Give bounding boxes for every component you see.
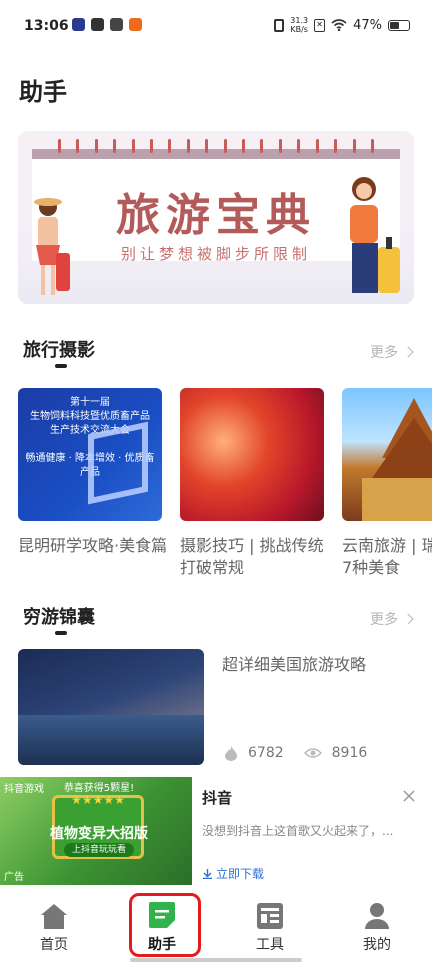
likes-stat: 6782 (224, 745, 284, 761)
status-right: 31.3 KB/s ✕ 47% (274, 16, 410, 34)
traveler-illustration (34, 198, 70, 295)
home-icon (41, 904, 67, 929)
article-item[interactable]: 超详细美国旅游攻略 6782 8916 (18, 649, 432, 765)
tab-tools[interactable]: 工具 (240, 900, 300, 954)
chevron-right-icon (402, 613, 414, 625)
photo-card[interactable]: 第十一届 生物饲料科技暨优质畜产品 生产技术交流大会 畅通健康 · 降本增效 ·… (18, 388, 167, 557)
article-title: 超详细美国旅游攻略 (222, 655, 367, 674)
app-notification-icon (91, 18, 104, 31)
page-title: 助手 (19, 78, 67, 106)
ad-source-label: 抖音游戏 (4, 784, 44, 795)
sim-off-icon: ✕ (314, 18, 326, 32)
tab-profile[interactable]: 我的 (347, 900, 407, 954)
download-icon (203, 869, 212, 879)
traveler-illustration (350, 177, 400, 293)
photo-card-list: 第十一届 生物饲料科技暨优质畜产品 生产技术交流大会 畅通健康 · 降本增效 ·… (18, 388, 432, 578)
more-button-budget[interactable]: 更多 (370, 609, 414, 629)
mail-icon (110, 18, 123, 31)
vibrate-icon (274, 18, 285, 32)
stars-icon: ★★★★★ (71, 793, 125, 807)
app-notification-icon (72, 18, 85, 31)
card-caption: 摄影技巧 | 挑战传统 打破常规 (180, 536, 324, 577)
status-time: 13:06 (24, 18, 69, 34)
card-caption: 昆明研学攻略·美食篇 (18, 536, 168, 555)
card-thumbnail (342, 388, 432, 521)
status-bar: 13:06 31.3 KB/s ✕ 47% (0, 0, 432, 52)
battery-text: 47% (353, 17, 382, 33)
profile-icon (365, 903, 389, 929)
ad-description: 没想到抖音上这首歌又火起来了，... (202, 824, 394, 838)
wifi-icon (331, 19, 347, 31)
photo-card[interactable]: 云南旅游 | 瑞丽景点7种美食 (342, 388, 432, 578)
card-thumbnail (180, 388, 324, 521)
card-caption: 云南旅游 | 瑞丽景点7种美食 (342, 536, 432, 577)
chevron-right-icon (402, 346, 414, 358)
tools-icon (257, 903, 283, 929)
ad-label: 广告 (4, 872, 24, 883)
app-notification-icon (129, 18, 142, 31)
article-stats: 6782 8916 (224, 745, 367, 761)
close-icon[interactable] (402, 789, 416, 803)
banner-rings (58, 139, 374, 153)
ad-download-button[interactable]: 立即下载 (202, 865, 264, 882)
article-thumbnail (18, 649, 204, 765)
card-thumbnail: 第十一届 生物饲料科技暨优质畜产品 生产技术交流大会 畅通健康 · 降本增效 ·… (18, 388, 162, 521)
ad-app-name: 抖音 (202, 789, 233, 807)
section-title-budget: 穷游锦囊 (23, 603, 95, 635)
status-app-icons (72, 18, 142, 31)
ad-image-line1: 恭喜获得5颗星! (63, 783, 135, 794)
bottom-tab-bar: 首页 助手 工具 我的 (0, 890, 432, 964)
ad-image-line2: 植物变异大招版 (50, 826, 148, 842)
banner[interactable]: 旅游宝典 别让梦想被脚步所限制 (18, 131, 414, 304)
eye-icon (303, 748, 322, 758)
section-indicator (55, 631, 67, 635)
active-tab-highlight (129, 893, 201, 957)
more-button-photo[interactable]: 更多 (370, 342, 414, 362)
ad-image: 抖音游戏 ★★★★★ 恭喜获得5颗星! 植物变异大招版 上抖音玩玩看 广告 (0, 777, 192, 885)
ad-banner[interactable]: 抖音游戏 ★★★★★ 恭喜获得5颗星! 植物变异大招版 上抖音玩玩看 广告 抖音… (0, 777, 432, 885)
section-indicator (55, 364, 67, 368)
home-indicator[interactable] (130, 958, 302, 962)
section-title-photo: 旅行摄影 (23, 336, 95, 368)
fire-icon (225, 746, 237, 761)
battery-icon (388, 19, 410, 31)
tab-home[interactable]: 首页 (24, 900, 84, 954)
photo-card[interactable]: 摄影技巧 | 挑战传统 打破常规 (180, 388, 324, 578)
ad-image-line3: 上抖音玩玩看 (64, 843, 134, 857)
views-stat: 8916 (303, 745, 367, 761)
net-speed: 31.3 KB/s (290, 16, 309, 34)
